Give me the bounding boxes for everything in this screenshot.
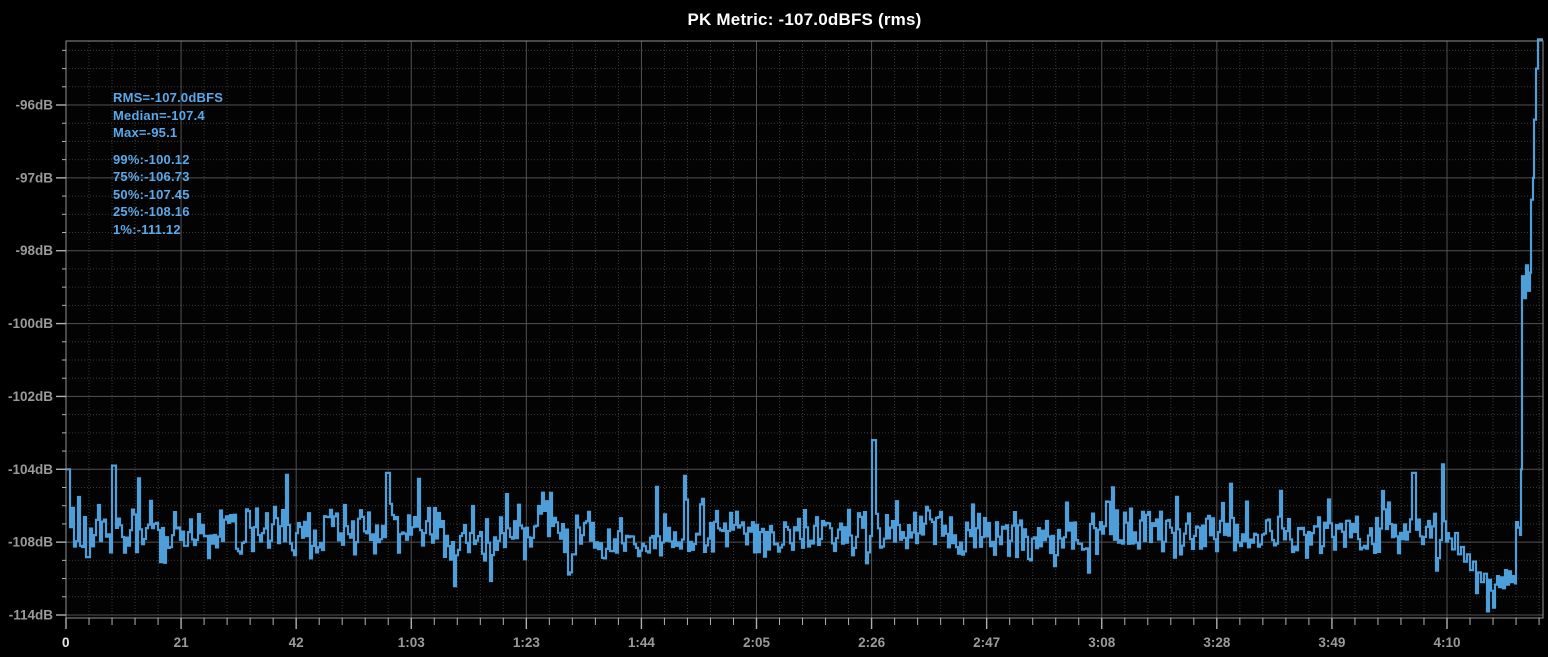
stats-percentiles: 99%:-100.12 75%:-106.73 50%:-107.45 25%:-10… (113, 151, 223, 239)
y-tick-label: -100dB (8, 316, 53, 331)
plot-area[interactable]: -96dB -97dB -98dB -100dB -102dB -104dB -108dB -… (0, 0, 1548, 657)
x-tick-label: 3:08 (1088, 635, 1116, 650)
stats-overlay: RMS=-107.0dBFS Median=-107.4 Max=-95.1 99%… (113, 89, 223, 238)
x-tick-label: 0 (62, 635, 70, 650)
x-tick-label: 4:10 (1433, 635, 1460, 650)
y-tick-label: -98dB (15, 243, 53, 258)
stat-line: Max=-95.1 (113, 125, 178, 140)
x-tick-label: 2:05 (743, 635, 771, 650)
y-tick-label: -102dB (8, 389, 53, 404)
x-tick-label: 1:44 (628, 635, 656, 650)
x-tick-label: 1:03 (398, 635, 426, 650)
stats-summary: RMS=-107.0dBFS Median=-107.4 Max=-95.1 (113, 89, 223, 142)
x-tick-label: 21 (174, 635, 190, 650)
percentile-line: 50%:-107.45 (113, 186, 190, 202)
x-tick-label: 3:28 (1203, 635, 1231, 650)
stat-line: Median=-107.4 (113, 107, 205, 123)
y-tick-label: -97dB (15, 170, 53, 185)
pk-metric-window: PK Metric: -107.0dBFS (rms) -96dB -97dB -9… (0, 0, 1548, 657)
x-tick-label: 42 (289, 635, 304, 650)
y-tick-label: -108dB (8, 535, 53, 550)
y-tick-label: -96dB (15, 98, 53, 113)
y-tick-label: -114dB (9, 607, 54, 622)
x-tick-label: 1:23 (513, 635, 541, 650)
percentile-line: 25%:-108.16 (113, 204, 190, 219)
x-tick-label: 2:26 (858, 635, 886, 650)
stat-line: RMS=-107.0dBFS (113, 90, 224, 105)
y-tick-label: -104dB (8, 462, 53, 477)
percentile-line: 75%:-106.73 (113, 169, 190, 184)
x-tick-label: 2:47 (973, 635, 1000, 650)
stats-gap (113, 142, 223, 151)
percentile-line: 1%:-111.12 (113, 221, 181, 237)
x-tick-label: 3:49 (1318, 635, 1345, 650)
percentile-line: 99%:-100.12 (113, 151, 190, 167)
